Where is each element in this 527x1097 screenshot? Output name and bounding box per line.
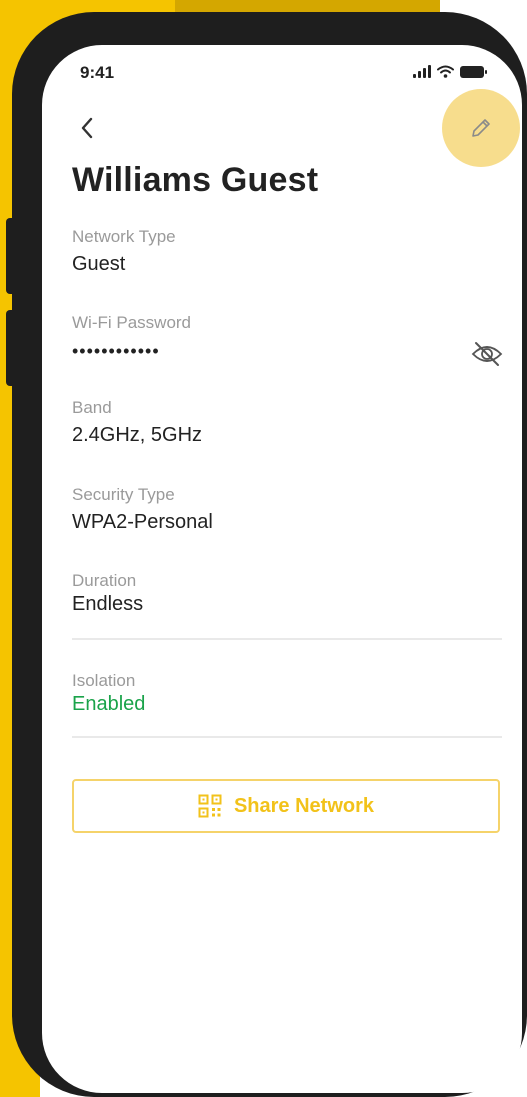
back-button[interactable]	[72, 113, 102, 143]
duration-label: Duration	[72, 571, 137, 590]
isolation-value: Enabled	[72, 693, 146, 715]
password-value: ••••••••••••	[72, 341, 160, 361]
divider	[72, 638, 502, 640]
duration-value: Endless	[72, 593, 144, 615]
band-field: Band 2.4GHz, 5GHz	[72, 398, 502, 447]
network-type-value: Guest	[72, 253, 126, 275]
wifi-icon	[437, 65, 454, 78]
duration-field: Duration Endless	[72, 571, 502, 616]
chevron-left-icon	[81, 117, 93, 139]
status-time: 9:41	[80, 63, 115, 82]
network-type-label: Network Type	[72, 227, 176, 246]
isolation-field: Isolation Enabled	[72, 671, 502, 716]
status-icons	[413, 65, 487, 78]
divider	[72, 736, 502, 738]
qr-code-icon	[198, 794, 222, 818]
phone-screen: 9:41 Williams Guest Network Type Guest W…	[42, 45, 522, 1093]
security-type-field: Security Type WPA2-Personal	[72, 485, 502, 534]
signal-icon	[413, 65, 431, 78]
battery-icon	[460, 65, 487, 78]
share-network-button[interactable]: Share Network	[72, 779, 500, 833]
isolation-label: Isolation	[72, 671, 136, 690]
share-network-label: Share Network	[233, 794, 375, 817]
toggle-password-visibility-button[interactable]	[470, 337, 504, 371]
password-field: Wi-Fi Password ••••••••••••	[72, 313, 502, 362]
status-bar: 9:41	[42, 45, 522, 95]
security-type-label: Security Type	[72, 485, 175, 504]
edit-button[interactable]	[442, 89, 520, 167]
band-label: Band	[72, 398, 112, 417]
band-value: 2.4GHz, 5GHz	[72, 424, 203, 446]
phone-frame: 9:41 Williams Guest Network Type Guest W…	[12, 12, 527, 1097]
password-label: Wi-Fi Password	[72, 313, 192, 332]
page-title: Williams Guest	[72, 161, 319, 199]
security-type-value: WPA2-Personal	[72, 511, 213, 533]
eye-off-icon	[471, 342, 503, 366]
pencil-icon	[472, 119, 490, 137]
network-type-field: Network Type Guest	[72, 227, 502, 276]
